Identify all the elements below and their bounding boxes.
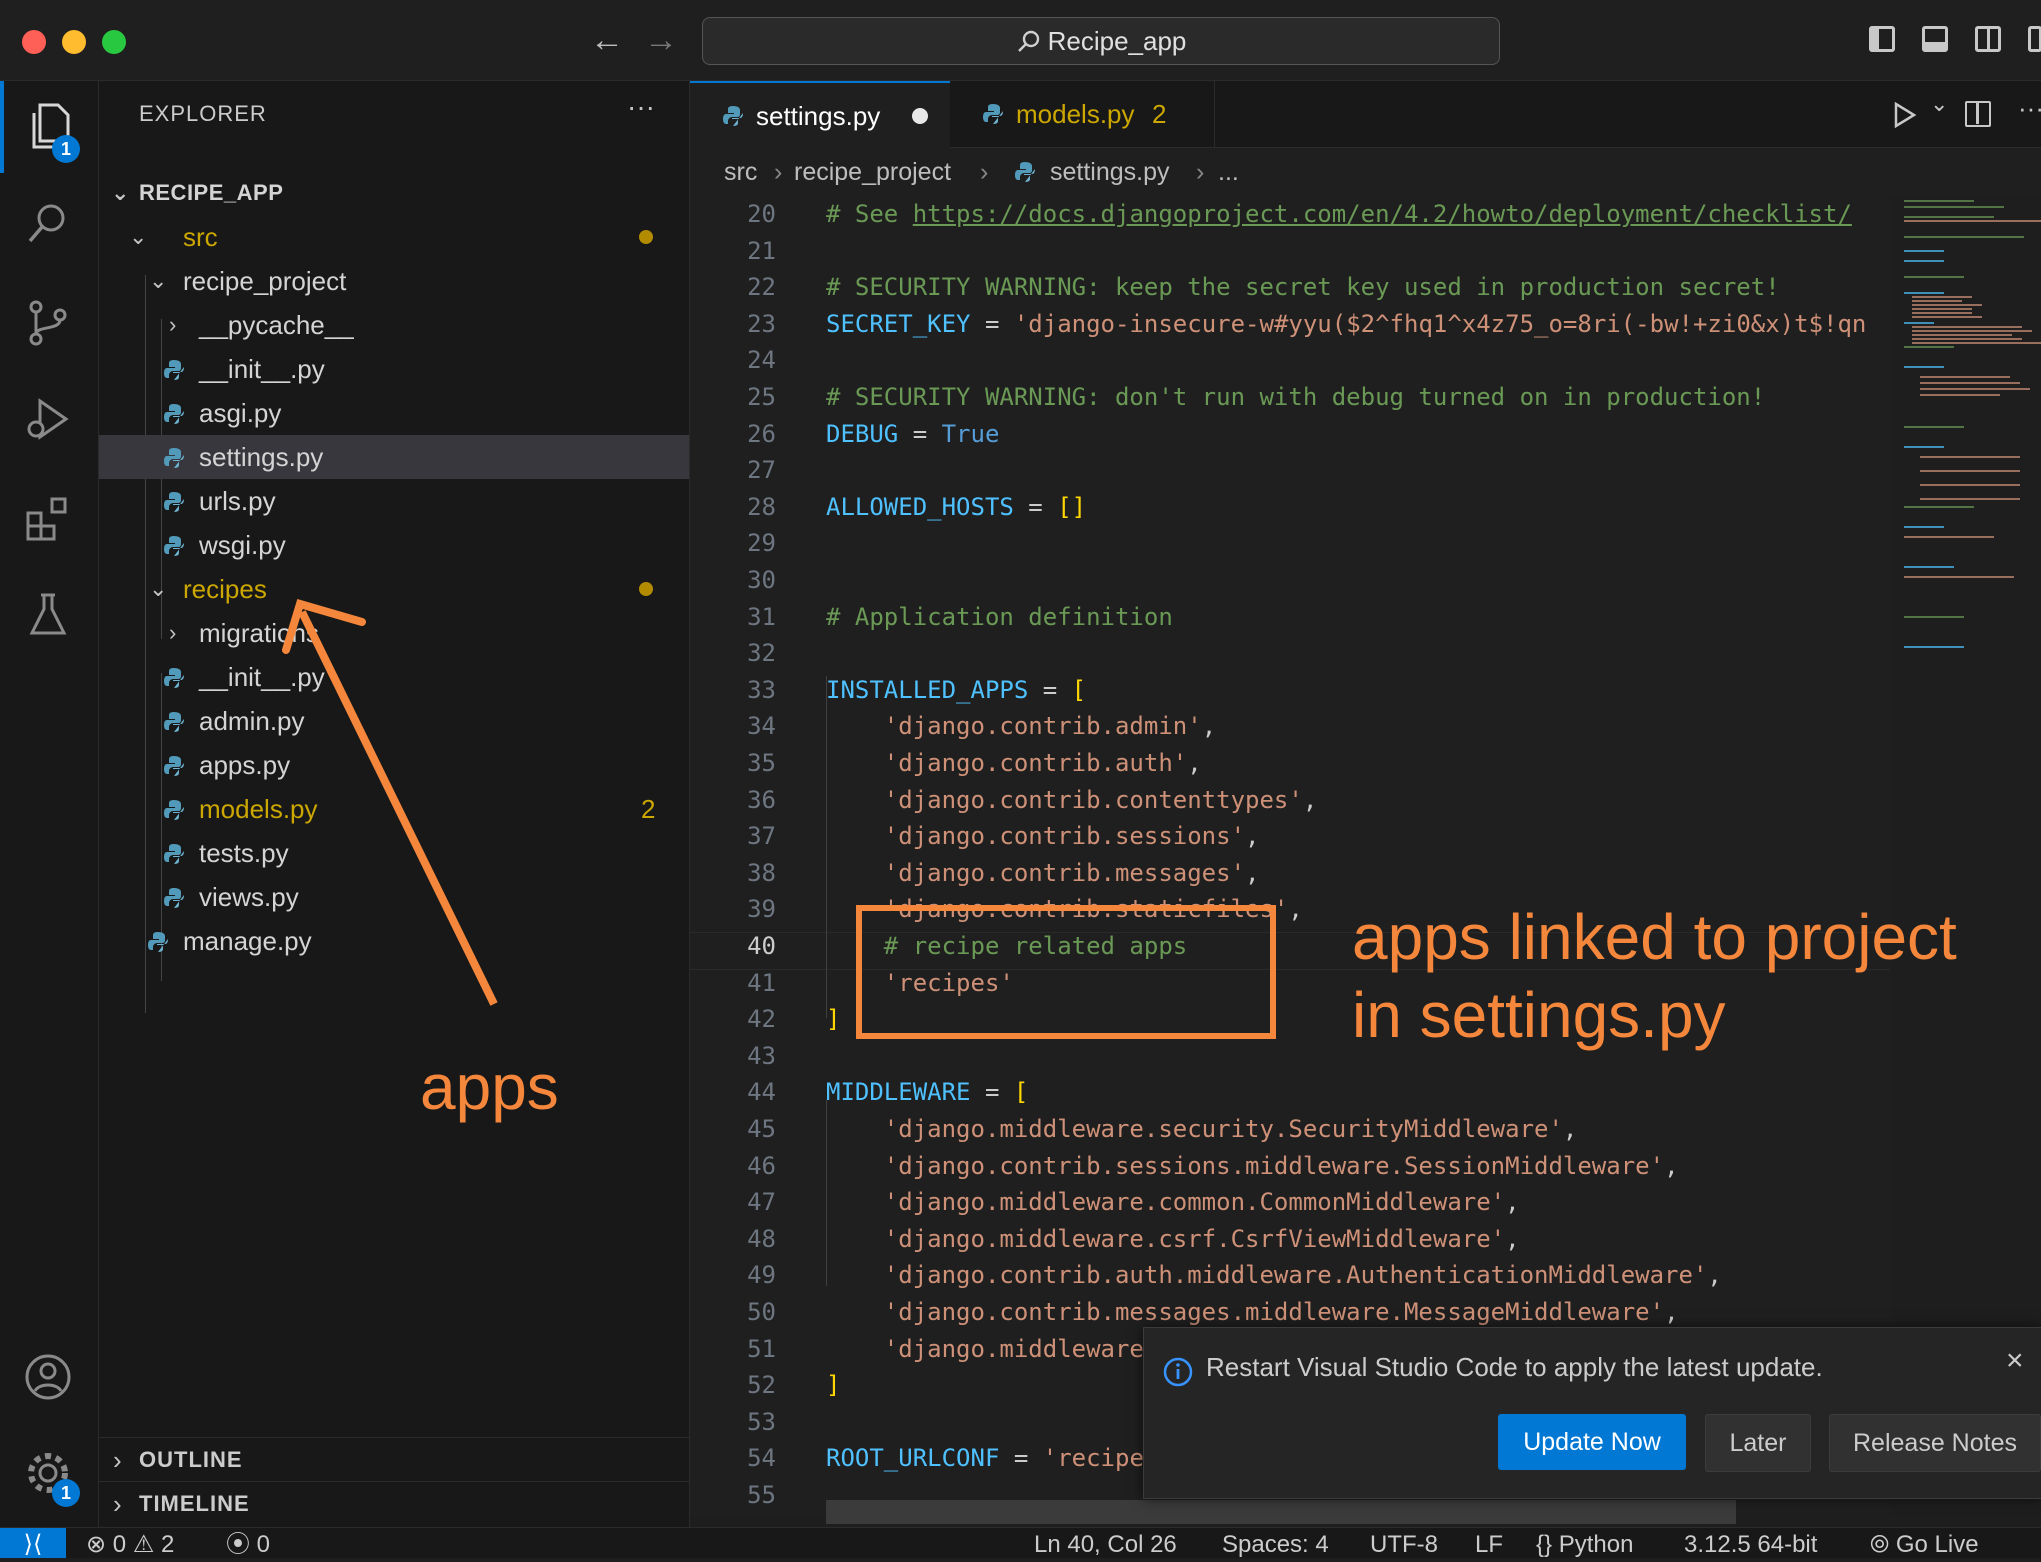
info-icon	[1163, 1357, 1193, 1387]
warning-count: 2	[161, 1531, 175, 1558]
highlight-box	[856, 905, 1276, 1039]
close-icon[interactable]: ×	[2006, 1344, 2024, 1378]
error-count: 0	[112, 1531, 127, 1558]
broadcast-icon: ⦿	[226, 1531, 250, 1558]
remote-indicator-icon[interactable]: ⟩⟨	[0, 1528, 66, 1558]
ports-count: 0	[256, 1531, 271, 1558]
broadcast-icon: ⦾	[1870, 1531, 1890, 1558]
annotation-arrow	[282, 599, 498, 1006]
linked-annotation-line1: apps linked to project	[1352, 901, 1957, 973]
warning-icon: ⚠	[132, 1531, 155, 1558]
update-now-button[interactable]: Update Now	[1498, 1414, 1686, 1470]
status-bar: ⟩⟨ ⊗ 0 ⚠ 2 ⦿ 0 Ln 40, Col 26 Spaces: 4 U…	[0, 1527, 2041, 1558]
later-button[interactable]: Later	[1705, 1414, 1811, 1472]
arrow-shaft	[298, 610, 498, 1006]
apps-annotation-label: apps	[420, 1051, 559, 1123]
linked-annotation-line2: in settings.py	[1352, 979, 1726, 1051]
release-notes-button[interactable]: Release Notes	[1829, 1414, 2041, 1472]
update-notification: Restart Visual Studio Code to apply the …	[1143, 1327, 2041, 1499]
error-icon: ⊗	[86, 1531, 107, 1558]
language-label: Python	[1558, 1531, 1634, 1558]
go-live-label: Go Live	[1895, 1531, 1979, 1558]
arrow-head	[282, 599, 366, 654]
braces-icon: {}	[1536, 1531, 1553, 1558]
notification-message: Restart Visual Studio Code to apply the …	[1206, 1352, 1823, 1382]
